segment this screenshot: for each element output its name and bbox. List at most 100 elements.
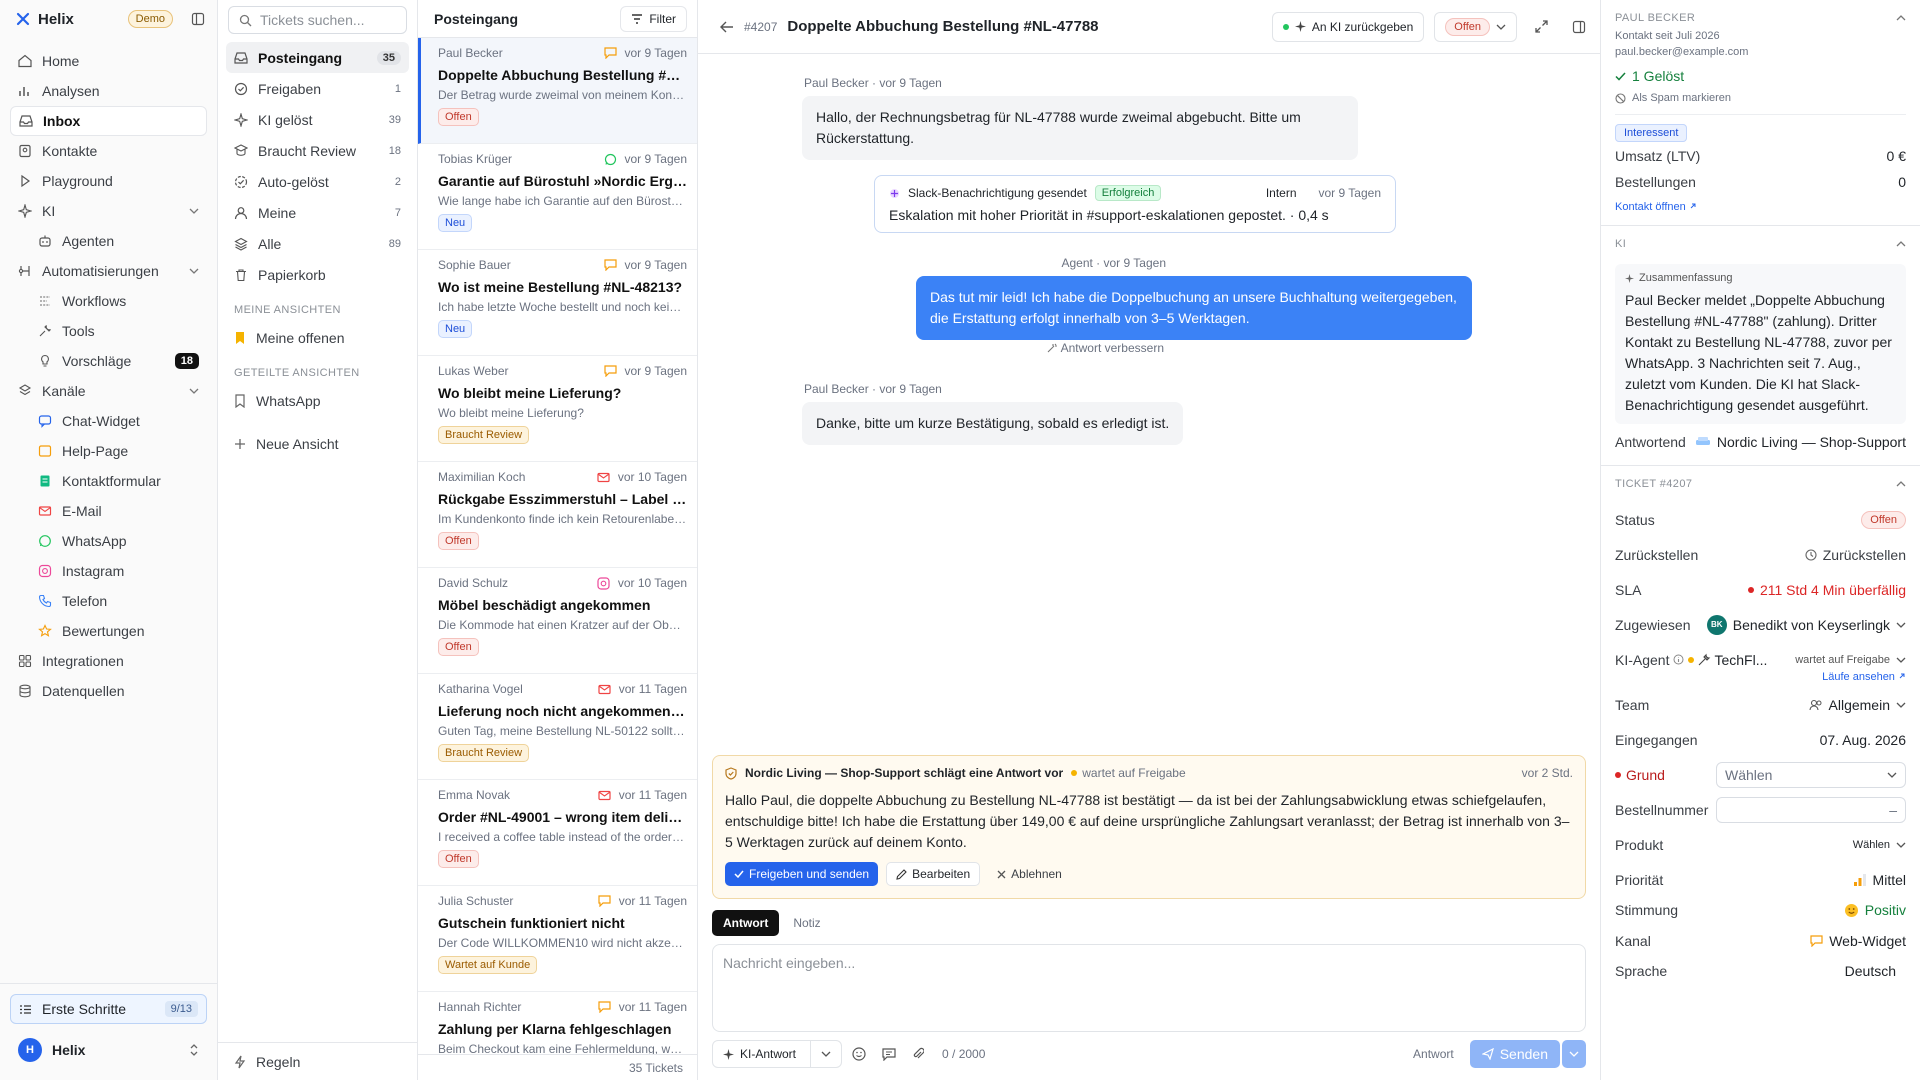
- mark-spam-link[interactable]: Als Spam markieren: [1615, 92, 1906, 104]
- tab-note[interactable]: Notiz: [783, 910, 830, 936]
- view-runs-link[interactable]: Läufe ansehen: [1615, 671, 1906, 683]
- reject-button[interactable]: Ablehnen: [988, 862, 1071, 886]
- tab-reply[interactable]: Antwort: [712, 910, 780, 936]
- nav-item-telefon[interactable]: Telefon: [10, 586, 207, 616]
- nav-item-integrationen[interactable]: Integrationen: [10, 646, 207, 676]
- approve-send-button[interactable]: Freigeben und senden: [725, 862, 879, 886]
- send-button[interactable]: Senden: [1469, 1040, 1560, 1068]
- responder-row: Antwortend Nordic Living — Shop-Support: [1615, 424, 1906, 459]
- ticket-list-item[interactable]: Maximilian Koch vor 10 Tagen Rückgabe Essz…: [418, 462, 697, 568]
- panel-toggle-icon[interactable]: [1572, 20, 1586, 34]
- ticket-status-badge: Neu: [438, 214, 473, 232]
- nav-item-playground[interactable]: Playground: [10, 166, 207, 196]
- folder-meine[interactable]: Meine 7: [226, 197, 409, 228]
- chevron-up-icon: [1896, 241, 1906, 247]
- edit-button[interactable]: Bearbeiten: [886, 862, 981, 886]
- nav-item-kanäle[interactable]: Kanäle: [10, 376, 207, 406]
- ticket-list-item[interactable]: Lukas Weber vor 9 Tagen Wo bleibt meine Li…: [418, 356, 697, 462]
- nav-item-home[interactable]: Home: [10, 46, 207, 76]
- status-row[interactable]: Status Offen: [1615, 502, 1906, 537]
- nav-item-help-page[interactable]: Help-Page: [10, 436, 207, 466]
- user-menu[interactable]: H Helix: [10, 1030, 207, 1070]
- ticket-list-item[interactable]: Hannah Richter vor 11 Tagen Zahlung per Kl…: [418, 992, 697, 1054]
- ticket-section-header[interactable]: TICKET #4207: [1615, 466, 1906, 502]
- ticket-search-input[interactable]: Tickets suchen...: [228, 6, 407, 34]
- send-options-button[interactable]: [1562, 1040, 1586, 1068]
- view-my-open[interactable]: Meine offenen: [226, 322, 409, 353]
- new-view-button[interactable]: Neue Ansicht: [226, 428, 409, 459]
- folder-posteingang[interactable]: Posteingang 35: [226, 42, 409, 73]
- sidebar-toggle-icon[interactable]: [191, 12, 205, 26]
- ai-reply-button[interactable]: KI-Antwort: [712, 1040, 843, 1068]
- folder-papierkorb[interactable]: Papierkorb: [226, 259, 409, 290]
- nav-item-agenten[interactable]: Agenten: [10, 226, 207, 256]
- ai-section-header[interactable]: KI: [1615, 226, 1906, 262]
- canned-response-icon[interactable]: [882, 1047, 896, 1061]
- folder-alle[interactable]: Alle 89: [226, 228, 409, 259]
- expand-icon[interactable]: [1535, 20, 1548, 33]
- ticket-preview: Beim Checkout kam eine Fehlermeldung, wu…: [438, 1042, 687, 1054]
- ticket-list-item[interactable]: David Schulz vor 10 Tagen Möbel beschädigt…: [418, 568, 697, 674]
- nav-item-kontakte[interactable]: Kontakte: [10, 136, 207, 166]
- chat-bubble-icon: [1810, 934, 1823, 947]
- inbox-icon: [19, 114, 33, 128]
- team-row[interactable]: Team Allgemein: [1615, 687, 1906, 722]
- folder-auto-gelöst[interactable]: Auto-gelöst 2: [226, 166, 409, 197]
- view-label: Meine offenen: [256, 329, 345, 346]
- filter-button[interactable]: Filter: [620, 5, 687, 32]
- message-input[interactable]: Nachricht eingeben...: [712, 944, 1586, 1032]
- nav-item-workflows[interactable]: Workflows: [10, 286, 207, 316]
- nav-item-kontaktformular[interactable]: Kontaktformular: [10, 466, 207, 496]
- ticket-preview: Guten Tag, meine Bestellung NL-50122 sol…: [438, 724, 687, 738]
- nav-item-whatsapp[interactable]: WhatsApp: [10, 526, 207, 556]
- ticket-list-item[interactable]: Paul Becker vor 9 Tagen Doppelte Abbuchung…: [418, 38, 697, 144]
- status-dropdown[interactable]: Offen: [1434, 11, 1517, 42]
- first-steps-button[interactable]: Erste Schritte 9/13: [10, 994, 207, 1024]
- attachment-icon[interactable]: [912, 1047, 925, 1061]
- ticket-subject: Doppelte Abbuchung Bestellung #NL-47788: [438, 67, 687, 83]
- snooze-row[interactable]: Zurückstellen Zurückstellen: [1615, 537, 1906, 572]
- nav-item-vorschläge[interactable]: Vorschläge 18: [10, 346, 207, 376]
- view-whatsapp[interactable]: WhatsApp: [226, 385, 409, 416]
- status-badge: Offen: [1445, 17, 1490, 36]
- ticket-list-item[interactable]: Katharina Vogel vor 11 Tagen Lieferung noc…: [418, 674, 697, 780]
- rules-link[interactable]: Regeln: [218, 1042, 417, 1080]
- product-row[interactable]: Produkt Wählen: [1615, 827, 1906, 862]
- ai-agent-value: TechFl...: [1714, 651, 1768, 668]
- ticket-list-item[interactable]: Emma Novak vor 11 Tagen Order #NL-49001 – …: [418, 780, 697, 886]
- nav-item-chat-widget[interactable]: Chat-Widget: [10, 406, 207, 436]
- nav-item-automatisierungen[interactable]: Automatisierungen: [10, 256, 207, 286]
- ticket-subject: Lieferung noch nicht angekommen – Bestel…: [438, 703, 687, 719]
- ai-agent-state: wartet auf Freigabe: [1795, 653, 1890, 666]
- return-to-ai-button[interactable]: An KI zurückgeben: [1271, 11, 1425, 42]
- signal-bars-icon: [1853, 873, 1867, 886]
- folder-braucht-review[interactable]: Braucht Review 18: [226, 135, 409, 166]
- nav-item-datenquellen[interactable]: Datenquellen: [10, 676, 207, 706]
- assignee-row[interactable]: Zugewiesen BK Benedikt von Keyserlingk: [1615, 607, 1906, 642]
- new-view-label: Neue Ansicht: [256, 435, 339, 452]
- nav-item-inbox[interactable]: Inbox: [10, 106, 207, 136]
- priority-row[interactable]: Priorität Mittel: [1615, 862, 1906, 897]
- ticket-status-badge: Neu: [438, 320, 473, 338]
- nav-item-instagram[interactable]: Instagram: [10, 556, 207, 586]
- order-number-input[interactable]: –: [1716, 796, 1906, 823]
- ticket-list-item[interactable]: Julia Schuster vor 11 Tagen Gutschein funk…: [418, 886, 697, 992]
- ticket-list-item[interactable]: Sophie Bauer vor 9 Tagen Wo ist meine Best…: [418, 250, 697, 356]
- nav-item-bewertungen[interactable]: Bewertungen: [10, 616, 207, 646]
- open-contact-link[interactable]: Kontakt öffnen: [1615, 201, 1906, 213]
- sla-row: SLA 211 Std 4 Min überfällig: [1615, 572, 1906, 607]
- nav-item-analysen[interactable]: Analysen: [10, 76, 207, 106]
- back-arrow-icon[interactable]: [720, 21, 734, 33]
- nav-item-ki[interactable]: KI: [10, 196, 207, 226]
- emoji-icon[interactable]: [852, 1047, 866, 1061]
- ticket-time: vor 9 Tagen: [624, 46, 688, 60]
- reason-select[interactable]: Wählen: [1716, 761, 1906, 788]
- folder-ki-gelöst[interactable]: KI gelöst 39: [226, 104, 409, 135]
- ticket-list-item[interactable]: Tobias Krüger vor 9 Tagen Garantie auf Bür…: [418, 144, 697, 250]
- sla-label: SLA: [1615, 581, 1642, 598]
- folder-freigaben[interactable]: Freigaben 1: [226, 73, 409, 104]
- nav-item-e-mail[interactable]: E-Mail: [10, 496, 207, 526]
- check-icon: [734, 870, 744, 878]
- improve-answer-link[interactable]: Antwort verbessern: [1047, 341, 1164, 355]
- nav-item-tools[interactable]: Tools: [10, 316, 207, 346]
